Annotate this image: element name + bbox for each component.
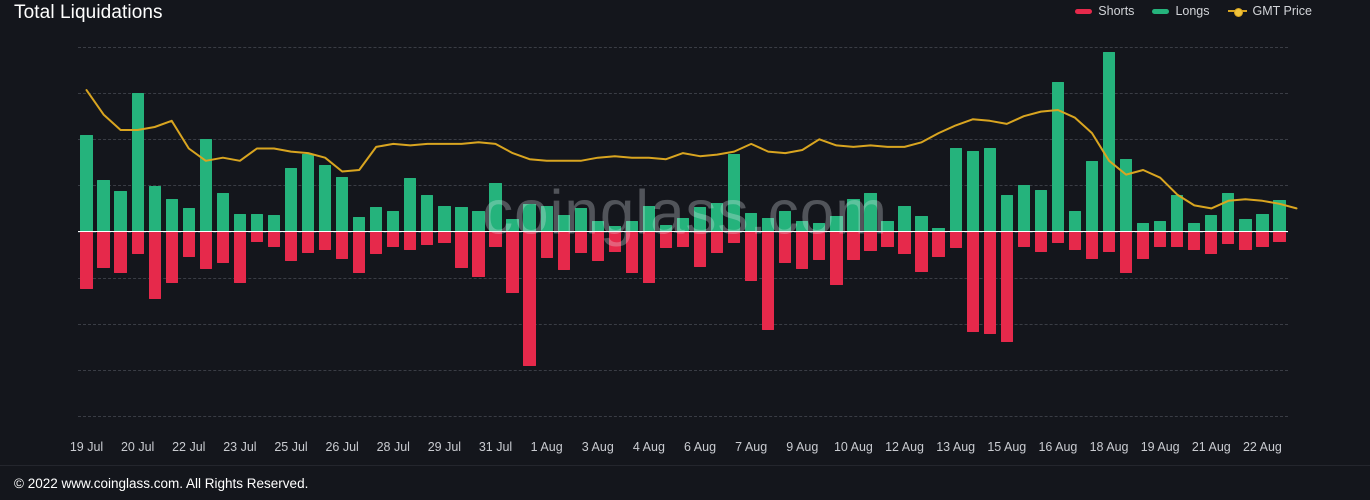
legend-item-shorts[interactable]: Shorts <box>1075 4 1134 18</box>
x-axis-tick-label: 13 Aug <box>936 440 975 454</box>
legend-item-gmt-price[interactable]: GMT Price <box>1228 4 1313 18</box>
x-axis-tick-label: 1 Aug <box>531 440 563 454</box>
x-axis-tick-label: 19 Jul <box>70 440 103 454</box>
x-axis-tick-label: 22 Jul <box>172 440 205 454</box>
x-axis-tick-label: 7 Aug <box>735 440 767 454</box>
legend-label-gmt-price: GMT Price <box>1253 4 1313 18</box>
shorts-color-swatch <box>1075 9 1092 14</box>
gridline <box>78 416 1288 417</box>
x-axis-tick-label: 26 Jul <box>325 440 358 454</box>
longs-color-swatch <box>1152 9 1169 14</box>
x-axis-tick-label: 31 Jul <box>479 440 512 454</box>
page-title: Total Liquidations <box>14 2 163 24</box>
x-axis-tick-label: 6 Aug <box>684 440 716 454</box>
legend-label-longs: Longs <box>1175 4 1209 18</box>
footer-divider <box>0 465 1370 466</box>
x-axis-labels: 19 Jul 20 Jul 22 Jul 23 Jul 25 Jul 26 Jul 28 J… <box>0 440 1370 460</box>
x-axis-tick-label: 21 Aug <box>1192 440 1231 454</box>
x-axis-tick-label: 12 Aug <box>885 440 924 454</box>
x-axis-tick-label: 9 Aug <box>786 440 818 454</box>
x-axis-tick-label: 22 Aug <box>1243 440 1282 454</box>
plot-area: $2.2M$1.1M$0$1.1M$2.2M$1.2$1$0.8$0.6$0.4… <box>78 47 1288 416</box>
gmt-price-line <box>78 47 1288 416</box>
gmt-price-line-swatch <box>1228 7 1247 15</box>
x-axis-tick-label: 29 Jul <box>428 440 461 454</box>
copyright-footer: © 2022 www.coinglass.com. All Rights Res… <box>14 476 308 491</box>
x-axis-tick-label: 3 Aug <box>582 440 614 454</box>
liquidations-chart-panel: Total Liquidations Shorts Longs GMT Pric… <box>0 0 1370 500</box>
x-axis-tick-label: 18 Aug <box>1090 440 1129 454</box>
x-axis-tick-label: 28 Jul <box>377 440 410 454</box>
x-axis-tick-label: 16 Aug <box>1038 440 1077 454</box>
x-axis-tick-label: 4 Aug <box>633 440 665 454</box>
x-axis-tick-label: 15 Aug <box>987 440 1026 454</box>
legend-item-longs[interactable]: Longs <box>1152 4 1209 18</box>
x-axis-tick-label: 20 Jul <box>121 440 154 454</box>
x-axis-tick-label: 23 Jul <box>223 440 256 454</box>
x-axis-tick-label: 19 Aug <box>1141 440 1180 454</box>
legend-label-shorts: Shorts <box>1098 4 1134 18</box>
chart-legend: Shorts Longs GMT Price <box>1075 4 1312 18</box>
x-axis-tick-label: 25 Jul <box>274 440 307 454</box>
x-axis-tick-label: 10 Aug <box>834 440 873 454</box>
